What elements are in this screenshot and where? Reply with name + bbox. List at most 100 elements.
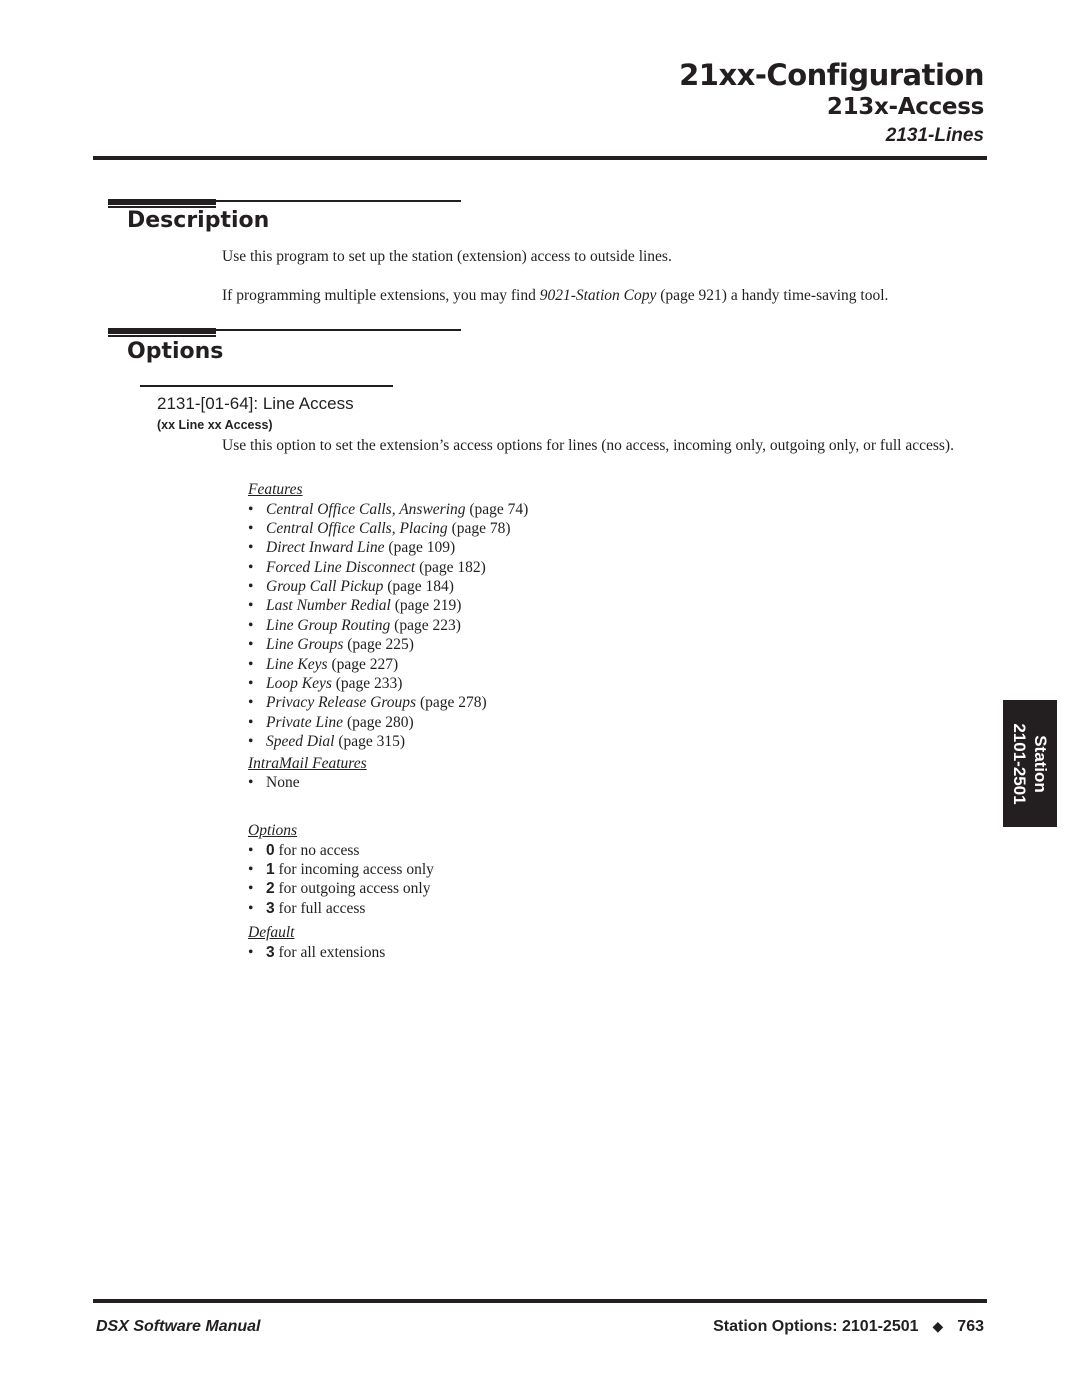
bullet-icon: • bbox=[248, 500, 254, 518]
list-item: • 3 for full access bbox=[248, 899, 434, 918]
description-rule-thin bbox=[216, 200, 461, 202]
options-rule-thick bbox=[108, 328, 216, 335]
feature-link[interactable]: Private Line bbox=[266, 714, 343, 731]
side-tab-label: Station 2101-2501 bbox=[1009, 723, 1051, 804]
list-item: • 3 for all extensions bbox=[248, 943, 434, 962]
default-value: 3 bbox=[266, 943, 275, 961]
feature-link[interactable]: Line Group Routing bbox=[266, 617, 390, 634]
bullet-icon: • bbox=[248, 943, 254, 961]
option-rule bbox=[140, 385, 393, 387]
bullet-icon: • bbox=[248, 655, 254, 673]
option-description: Use this option to set the extension’s a… bbox=[222, 437, 954, 454]
feature-link[interactable]: Central Office Calls, Placing bbox=[266, 520, 448, 537]
feature-page-ref: (page 315) bbox=[334, 733, 406, 751]
bullet-icon: • bbox=[248, 597, 254, 615]
bullet-icon: • bbox=[248, 675, 254, 693]
list-item: • Privacy Release Groups (page 278) bbox=[248, 693, 528, 712]
features-list: Features • Central Office Calls, Answerin… bbox=[248, 480, 528, 792]
list-item: • 1 for incoming access only bbox=[248, 860, 434, 879]
feature-page-ref: (page 233) bbox=[331, 675, 403, 693]
list-item: • None bbox=[248, 773, 528, 792]
bullet-icon: • bbox=[248, 694, 254, 712]
option-value-desc: for incoming access only bbox=[274, 860, 434, 878]
description-paragraph-1: Use this program to set up the station (… bbox=[222, 248, 672, 265]
side-tab-line-1: Station bbox=[1031, 734, 1050, 793]
bullet-icon: • bbox=[248, 880, 254, 898]
side-tab-line-2: 2101-2501 bbox=[1010, 722, 1029, 805]
default-items: • 3 for all extensions bbox=[248, 943, 434, 962]
list-item: • Speed Dial (page 315) bbox=[248, 732, 528, 751]
option-values-list: Options • 0 for no access • 1 for incoming … bbox=[248, 821, 434, 962]
option-value-desc: for no access bbox=[274, 841, 360, 859]
option-value-desc: for outgoing access only bbox=[274, 880, 431, 898]
option-value: 3 bbox=[266, 899, 275, 917]
feature-page-ref: (page 74) bbox=[465, 500, 529, 518]
bullet-icon: • bbox=[248, 774, 254, 792]
list-item: • Private Line (page 280) bbox=[248, 713, 528, 732]
option-subtitle: (xx Line xx Access) bbox=[157, 418, 273, 432]
subsection-title: 2131-Lines bbox=[885, 125, 984, 146]
features-items: • Central Office Calls, Answering (page 7… bbox=[248, 500, 528, 752]
feature-page-ref: (page 78) bbox=[447, 519, 511, 537]
features-heading: Features bbox=[248, 481, 303, 498]
bullet-icon: • bbox=[248, 616, 254, 634]
list-item: • Central Office Calls, Answering (page 7… bbox=[248, 500, 528, 519]
station-copy-link[interactable]: 9021-Station Copy bbox=[540, 287, 657, 304]
section-title: 213x-Access bbox=[826, 94, 984, 120]
feature-page-ref: (page 280) bbox=[343, 713, 414, 731]
list-item: • Direct Inward Line (page 109) bbox=[248, 538, 528, 557]
options-heading: Options bbox=[127, 339, 224, 364]
feature-link[interactable]: Speed Dial bbox=[266, 733, 334, 750]
description-paragraph-2: If programming multiple extensions, you … bbox=[222, 286, 888, 305]
list-item: • Line Groups (page 225) bbox=[248, 635, 528, 654]
feature-link[interactable]: Last Number Redial bbox=[266, 597, 391, 614]
bullet-icon: • bbox=[248, 558, 254, 576]
feature-page-ref: (page 219) bbox=[390, 597, 462, 615]
feature-page-ref: (page 223) bbox=[390, 616, 461, 634]
footer-rule bbox=[93, 1299, 987, 1303]
intramail-items: • None bbox=[248, 773, 528, 792]
bullet-icon: • bbox=[248, 841, 254, 859]
footer-manual-title: DSX Software Manual bbox=[96, 1318, 261, 1335]
default-value-desc: for all extensions bbox=[274, 943, 386, 961]
feature-link[interactable]: Privacy Release Groups bbox=[266, 694, 416, 711]
footer-page-number: 763 bbox=[957, 1318, 984, 1335]
list-item: • Loop Keys (page 233) bbox=[248, 674, 528, 693]
paragraph-2-suffix: (page 921) a handy time-saving tool. bbox=[656, 287, 889, 304]
bullet-icon: • bbox=[248, 519, 254, 537]
bullet-icon: • bbox=[248, 539, 254, 557]
header-rule bbox=[93, 156, 987, 160]
bullet-icon: • bbox=[248, 636, 254, 654]
option-value-desc: for full access bbox=[274, 899, 366, 917]
list-item: • Line Group Routing (page 223) bbox=[248, 616, 528, 635]
feature-link[interactable]: Forced Line Disconnect bbox=[266, 559, 415, 576]
feature-page-ref: (page 225) bbox=[343, 636, 414, 654]
footer-section-label: Station Options: 2101-2501 bbox=[713, 1318, 919, 1335]
options-rule-thin bbox=[216, 329, 461, 331]
list-item: • 2 for outgoing access only bbox=[248, 879, 434, 898]
feature-link[interactable]: Group Call Pickup bbox=[266, 578, 383, 595]
list-item: • Last Number Redial (page 219) bbox=[248, 596, 528, 615]
feature-page-ref: (page 182) bbox=[415, 558, 486, 576]
options-items: • 0 for no access • 1 for incoming access o… bbox=[248, 841, 434, 919]
option-value: 2 bbox=[266, 880, 275, 898]
paragraph-2-prefix: If programming multiple extensions, you … bbox=[222, 287, 540, 304]
options-values-heading: Options bbox=[248, 822, 298, 839]
feature-link[interactable]: Line Keys bbox=[266, 656, 328, 673]
feature-link[interactable]: Loop Keys bbox=[266, 675, 332, 692]
chapter-title: 21xx-Configuration bbox=[679, 58, 984, 92]
description-rule-thick bbox=[108, 199, 216, 206]
feature-link[interactable]: Central Office Calls, Answering bbox=[266, 501, 466, 518]
feature-page-ref: (page 278) bbox=[416, 694, 487, 712]
list-item: • Line Keys (page 227) bbox=[248, 655, 528, 674]
feature-page-ref: (page 184) bbox=[383, 578, 454, 596]
bullet-icon: • bbox=[248, 899, 254, 917]
list-item: • Central Office Calls, Placing (page 78) bbox=[248, 519, 528, 538]
option-title: 2131-[01-64]: Line Access bbox=[157, 394, 354, 413]
diamond-separator-icon: ◆ bbox=[932, 1318, 944, 1334]
bullet-icon: • bbox=[248, 578, 254, 596]
feature-link[interactable]: Line Groups bbox=[266, 636, 343, 653]
option-value: 1 bbox=[266, 860, 275, 878]
section-thumb-tab[interactable]: Station 2101-2501 bbox=[1003, 700, 1057, 827]
feature-link[interactable]: Direct Inward Line bbox=[266, 539, 385, 556]
